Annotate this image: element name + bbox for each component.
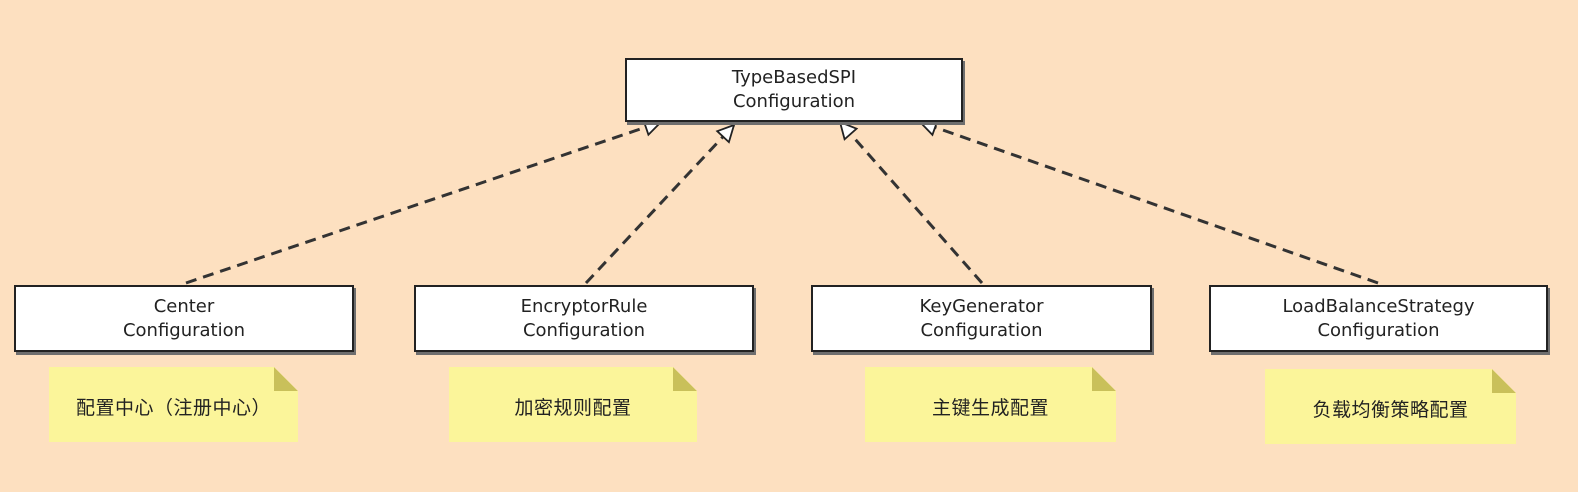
edge-keygenerator-to-base	[838, 120, 984, 284]
class-name-line1: EncryptorRule	[520, 295, 648, 317]
note-loadbalancestrategy-configuration: 负载均衡策略配置	[1265, 369, 1516, 444]
class-name-line2: Configuration	[1317, 319, 1440, 341]
note-encryptorrule-configuration: 加密规则配置	[449, 367, 697, 442]
note-text: 主键生成配置	[931, 397, 1049, 419]
uml-class-diagram: TypeBasedSPI Configuration Center Config…	[0, 0, 1578, 492]
class-name-line1: LoadBalanceStrategy	[1282, 295, 1475, 317]
note-keygenerator-configuration: 主键生成配置	[865, 367, 1116, 442]
class-typebasedspi-configuration: TypeBasedSPI Configuration	[625, 58, 963, 122]
class-center-configuration: Center Configuration	[14, 285, 354, 352]
edge-loadbalance-to-base	[918, 118, 1379, 285]
note-center-configuration: 配置中心（注册中心）	[49, 367, 298, 442]
note-text: 负载均衡策略配置	[1312, 399, 1469, 421]
note-text: 配置中心（注册中心）	[75, 397, 271, 419]
class-name-line1: Center	[153, 295, 215, 317]
class-loadbalancestrategy-configuration: LoadBalanceStrategy Configuration	[1209, 285, 1548, 352]
class-name-line2: Configuration	[522, 319, 646, 341]
edge-encryptor-to-base	[584, 123, 736, 285]
class-name-line1: KeyGenerator	[919, 295, 1044, 317]
class-keygenerator-configuration: KeyGenerator Configuration	[811, 285, 1152, 352]
class-name-line2: Configuration	[920, 319, 1043, 341]
class-encryptorrule-configuration: EncryptorRule Configuration	[414, 285, 754, 352]
note-text: 加密规则配置	[514, 397, 632, 419]
class-name-line2: Configuration	[122, 319, 246, 341]
edge-center-to-base	[185, 118, 663, 285]
class-name-line1: TypeBasedSPI	[731, 67, 857, 88]
class-name-line2: Configuration	[732, 91, 856, 112]
